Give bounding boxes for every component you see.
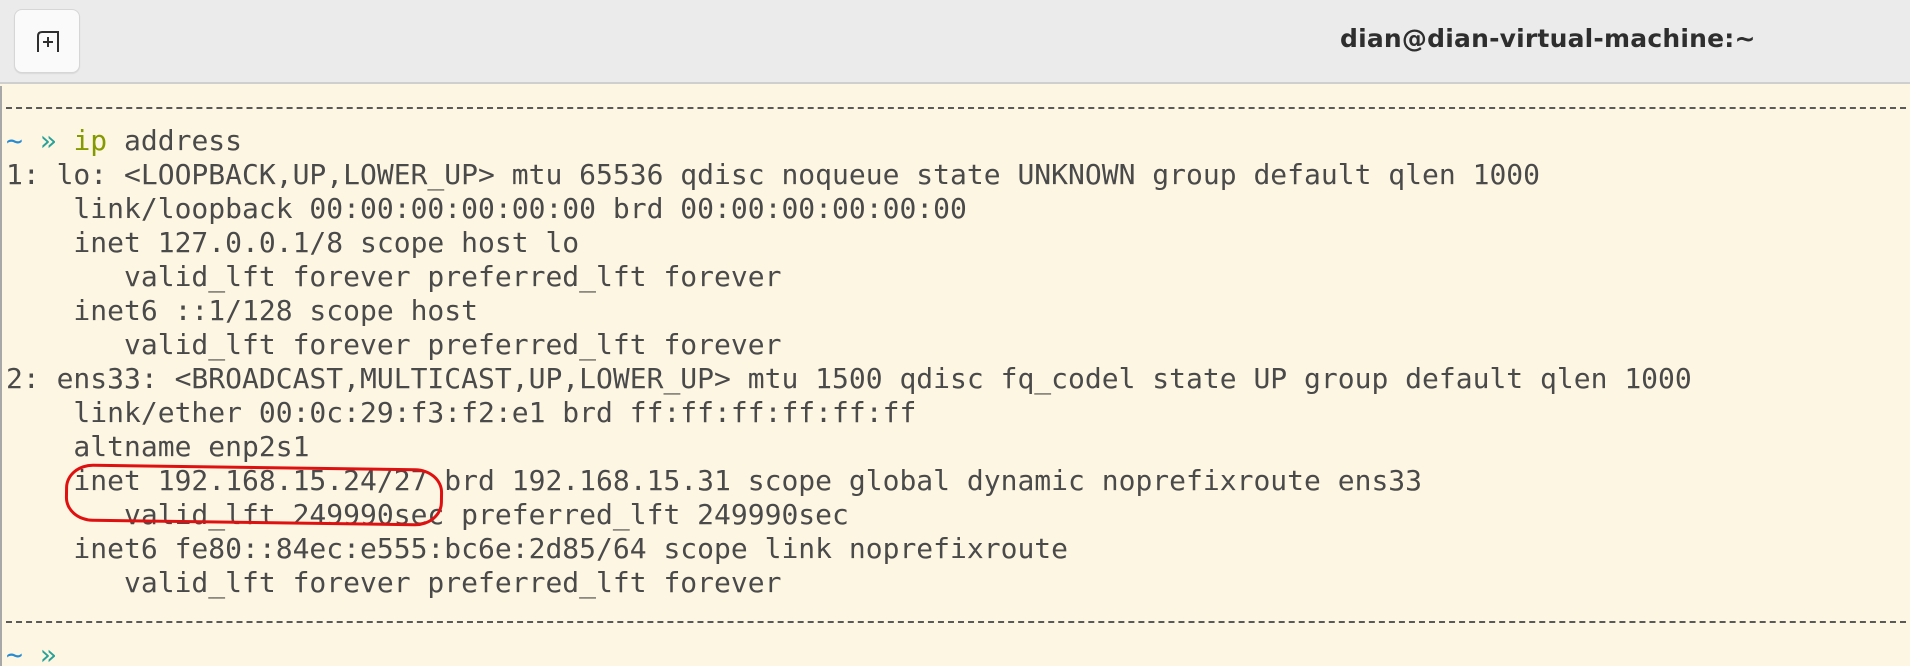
output-line: link/loopback 00:00:00:00:00:00 brd 00:0… <box>6 192 967 225</box>
prompt-arrow: » <box>39 638 57 666</box>
output-line: 1: lo: <LOOPBACK,UP,LOWER_UP> mtu 65536 … <box>6 158 1541 191</box>
prompt-arrow: » <box>39 124 57 157</box>
title-bar: dian@dian-virtual-machine:~ <box>0 0 1910 84</box>
new-tab-button[interactable] <box>14 9 80 73</box>
output-line: link/ether 00:0c:29:f3:f2:e1 brd ff:ff:f… <box>6 396 917 429</box>
output-line-inet-ipv4: inet 192.168.15.24/27 brd 192.168.15.31 … <box>6 464 1423 497</box>
output-line: valid_lft forever preferred_lft forever <box>6 566 782 599</box>
output-line: valid_lft forever preferred_lft forever <box>6 328 782 361</box>
command-name: ip <box>73 124 108 157</box>
new-tab-icon <box>37 31 59 52</box>
output-line: inet6 ::1/128 scope host <box>6 294 479 327</box>
terminal-area[interactable]: ~ » ip address 1: lo: <LOOPBACK,UP,LOWER… <box>0 86 1910 666</box>
output-line: valid_lft 249990sec preferred_lft 249990… <box>6 498 849 531</box>
output-line: inet6 fe80::84ec:e555:bc6e:2d85/64 scope… <box>6 532 1069 565</box>
prompt-tilde: ~ <box>6 124 23 157</box>
prompt-tilde: ~ <box>6 638 23 666</box>
output-line: 2: ens33: <BROADCAST,MULTICAST,UP,LOWER_… <box>6 362 1692 395</box>
output-line: inet 127.0.0.1/8 scope host lo <box>6 226 580 259</box>
prompt-line: ~ » <box>6 638 57 666</box>
terminal-window: dian@dian-virtual-machine:~ ~ » ip addre… <box>0 0 1910 666</box>
output-line: valid_lft forever preferred_lft forever <box>6 260 782 293</box>
window-title: dian@dian-virtual-machine:~ <box>1340 24 1756 53</box>
command-args: address <box>107 124 243 157</box>
output-line: altname enp2s1 <box>6 430 310 463</box>
prompt-line: ~ » ip address <box>6 124 242 158</box>
prompt-separator <box>6 107 1906 129</box>
prompt-separator <box>6 621 1906 643</box>
